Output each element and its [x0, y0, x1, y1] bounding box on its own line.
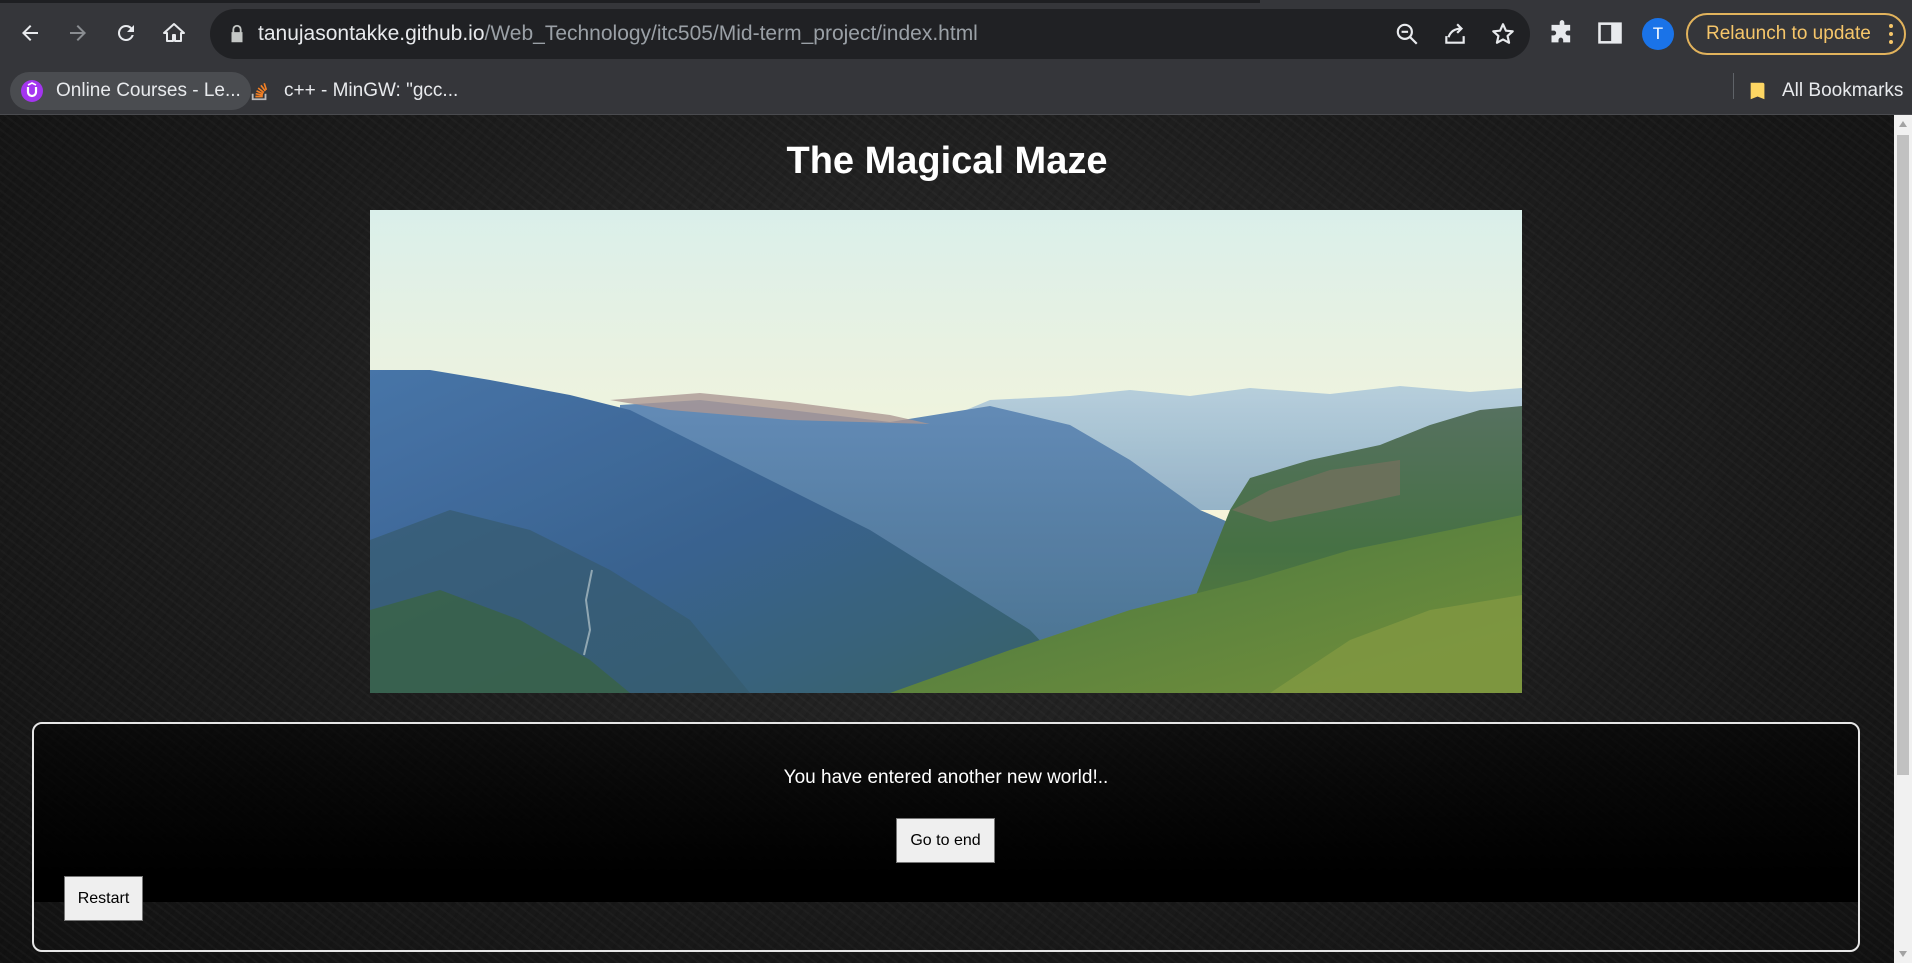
- home-icon: [163, 23, 185, 42]
- reload-icon: [117, 24, 134, 41]
- bookmarks-bar: Online Courses - Le... c++ - MinGW: "gcc…: [0, 68, 1912, 115]
- stackoverflow-icon: [248, 79, 272, 103]
- loading-progress: [0, 0, 1260, 3]
- profile-avatar[interactable]: T: [1642, 18, 1674, 50]
- bookmarks-separator: [1733, 73, 1734, 99]
- extensions-puzzle-icon[interactable]: [1548, 19, 1576, 47]
- address-bar[interactable]: tanujasontakke.github.io/Web_Technology/…: [210, 9, 1530, 59]
- back-button[interactable]: [12, 15, 48, 51]
- browser-toolbar: tanujasontakke.github.io/Web_Technology/…: [0, 0, 1912, 68]
- go-to-end-button[interactable]: Go to end: [896, 818, 995, 863]
- scroll-up-arrow-icon[interactable]: [1899, 121, 1907, 127]
- zoom-out-icon[interactable]: [1394, 21, 1420, 47]
- folder-icon: [1746, 79, 1770, 103]
- bookmark-label: Online Courses - Le...: [56, 80, 241, 101]
- star-icon[interactable]: [1490, 21, 1516, 47]
- udemy-icon: [20, 79, 44, 103]
- bookmark-label: c++ - MinGW: "gcc...: [284, 80, 459, 101]
- relaunch-label: Relaunch to update: [1706, 23, 1871, 44]
- arrow-left-icon: [22, 25, 38, 41]
- url-text[interactable]: tanujasontakke.github.io/Web_Technology/…: [258, 22, 978, 46]
- page-scrollbar[interactable]: [1894, 115, 1912, 963]
- share-icon[interactable]: [1442, 21, 1468, 47]
- arrow-right-icon: [70, 25, 86, 41]
- all-bookmarks[interactable]: All Bookmarks: [1746, 72, 1903, 110]
- story-text: You have entered another new world!..: [783, 767, 1109, 788]
- mountain-landscape-image: [370, 210, 1522, 693]
- scrollbar-thumb[interactable]: [1897, 135, 1909, 775]
- bookmark-mingw-gcc[interactable]: c++ - MinGW: "gcc...: [248, 72, 458, 110]
- scroll-down-arrow-icon[interactable]: [1899, 951, 1907, 957]
- more-vertical-icon: [1889, 24, 1893, 44]
- restart-button[interactable]: Restart: [64, 876, 143, 921]
- home-button[interactable]: [156, 15, 192, 51]
- page-title: The Magical Maze: [786, 140, 1108, 182]
- side-panel-icon[interactable]: [1596, 19, 1624, 47]
- forward-button[interactable]: [60, 15, 96, 51]
- scene-image: [370, 210, 1522, 693]
- story-panel-background: [34, 724, 1858, 902]
- lock-icon[interactable]: [226, 23, 248, 45]
- bookmark-online-courses[interactable]: Online Courses - Le...: [10, 72, 251, 110]
- relaunch-button[interactable]: Relaunch to update: [1686, 13, 1906, 55]
- all-bookmarks-label: All Bookmarks: [1782, 80, 1904, 101]
- reload-button[interactable]: [108, 15, 144, 51]
